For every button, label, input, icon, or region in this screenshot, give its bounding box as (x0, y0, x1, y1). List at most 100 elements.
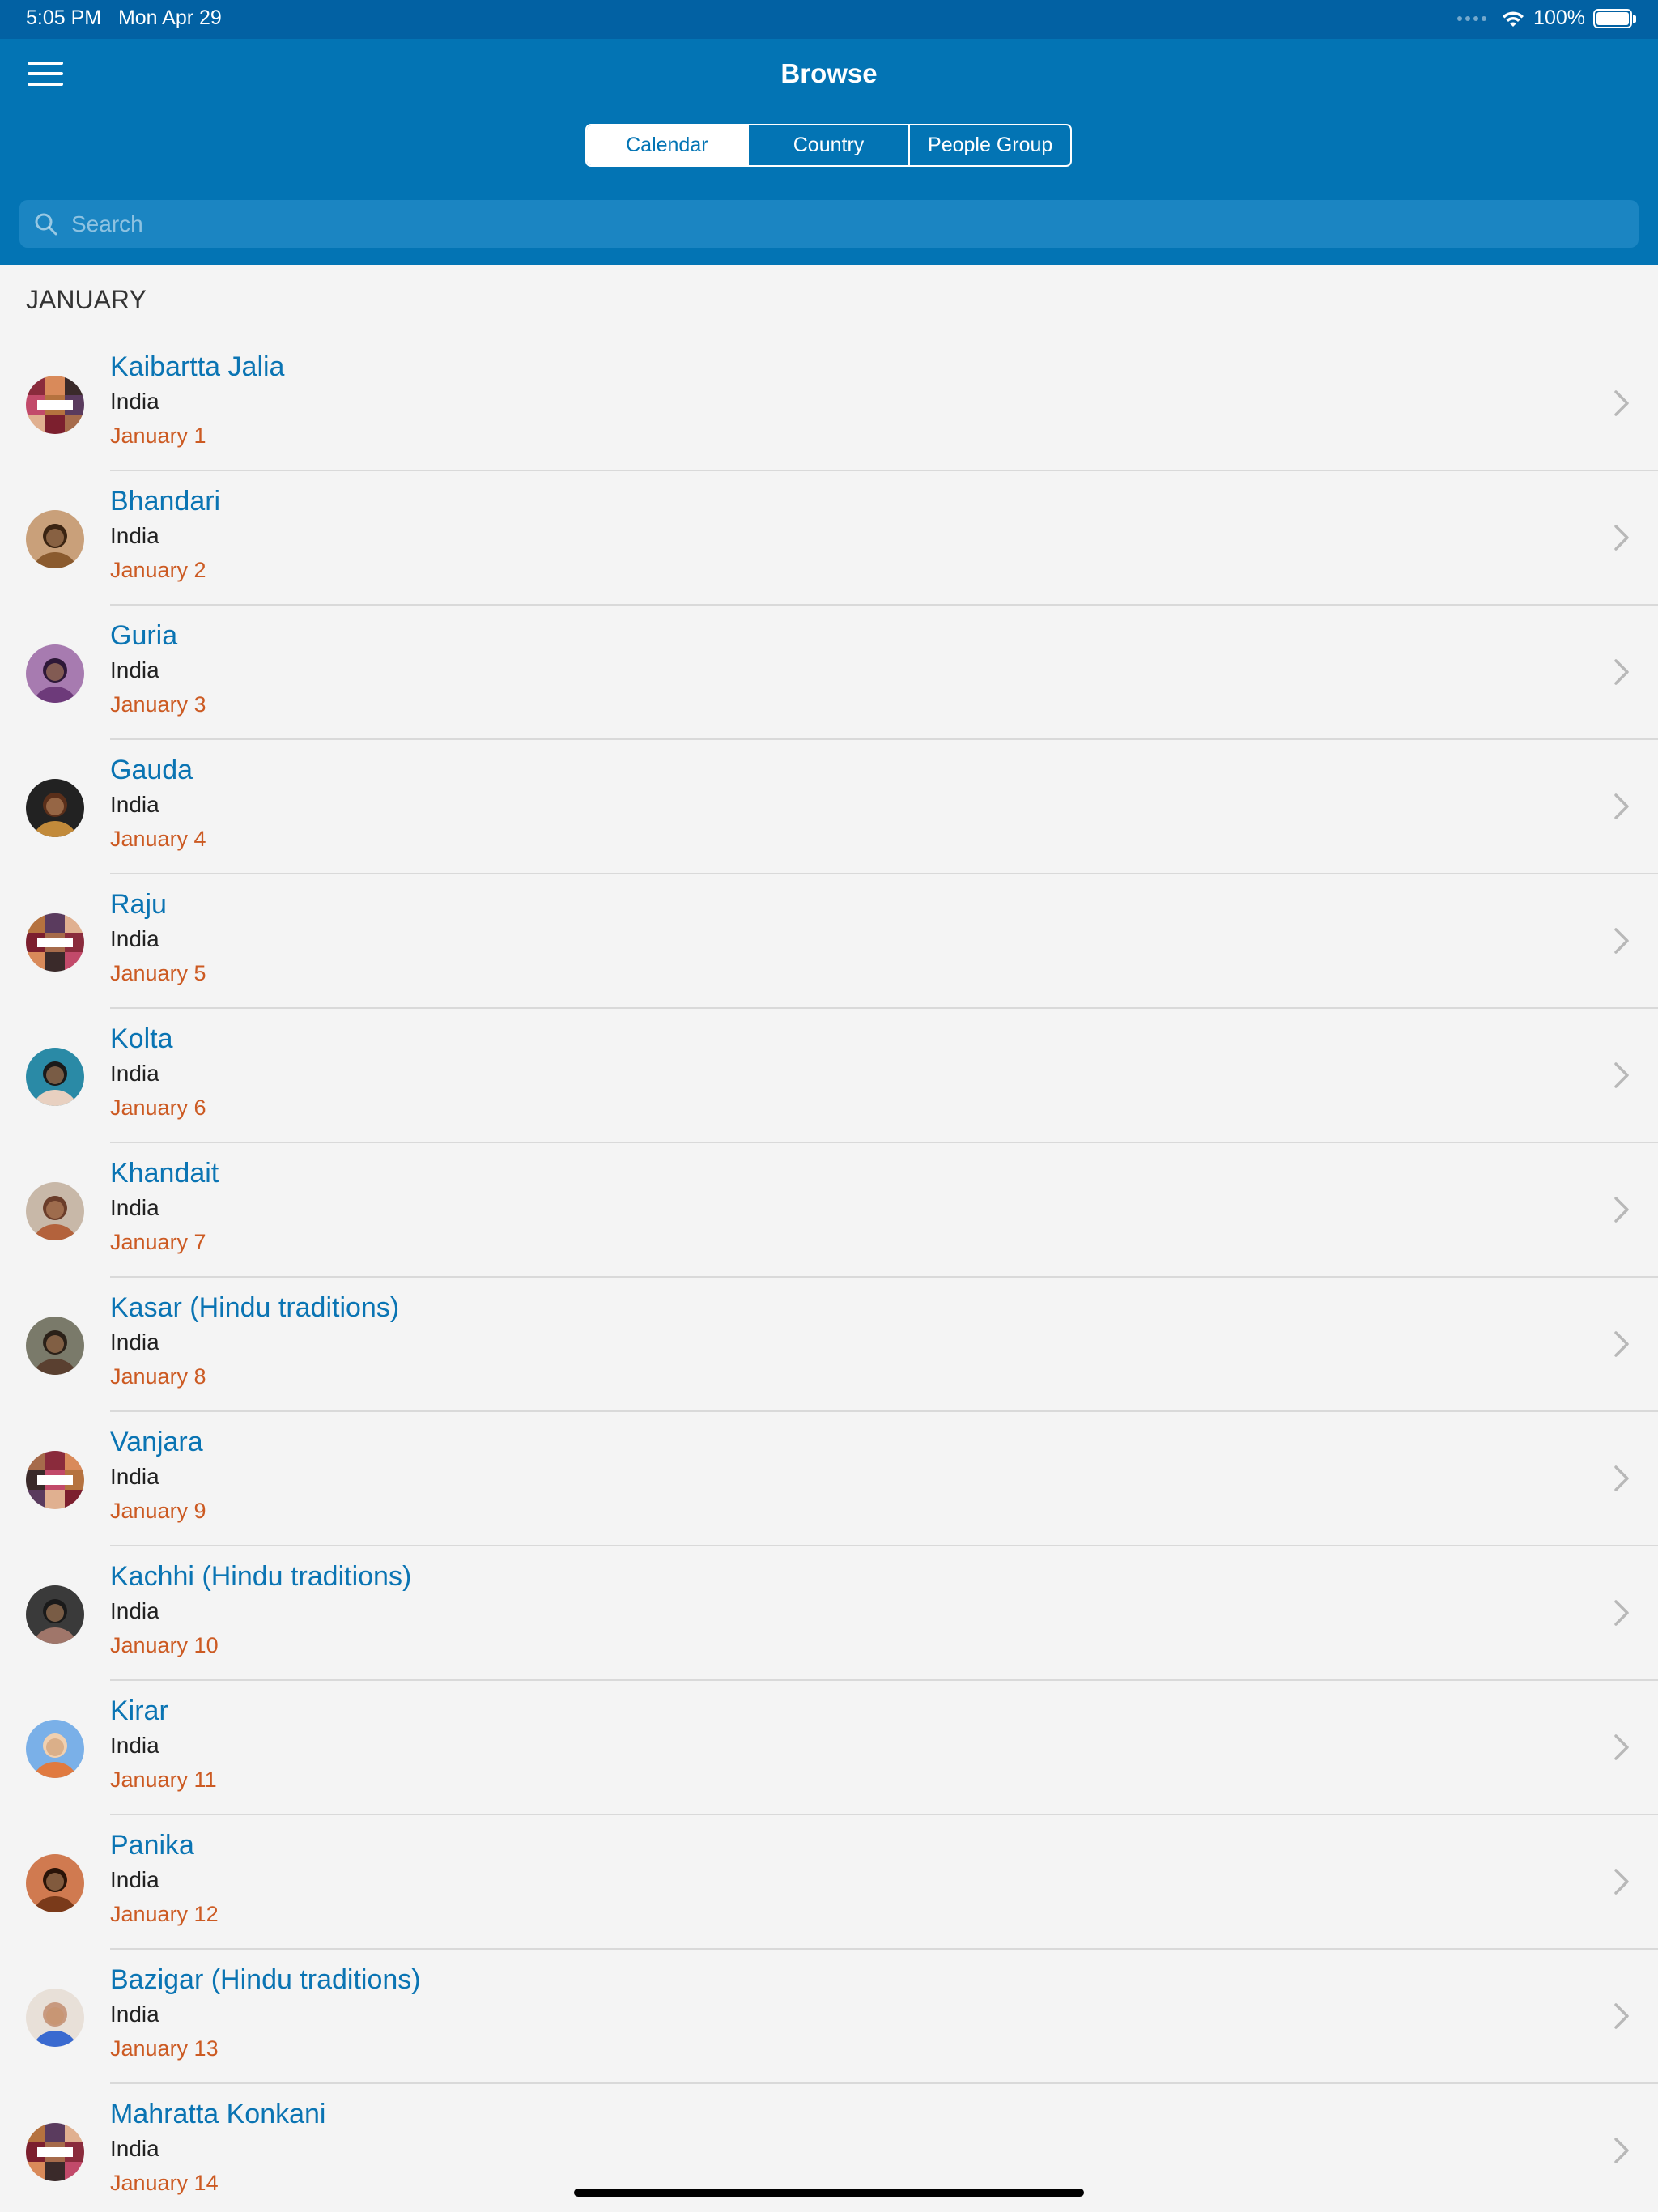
chevron-right-icon (1614, 1062, 1629, 1088)
status-time: 5:05 PM Mon Apr 29 (26, 6, 222, 30)
status-clock: 5:05 PM (26, 6, 102, 29)
list-item[interactable]: Vanjara India January 9 (0, 1412, 1658, 1546)
battery-icon (1593, 8, 1636, 28)
tab-country[interactable]: Country (746, 125, 909, 165)
prayer-date-label: January 6 (110, 1095, 206, 1120)
chevron-right-icon (1614, 659, 1629, 685)
avatar (26, 779, 84, 837)
photo-needed-avatar (26, 913, 84, 972)
list-item[interactable]: Kachhi (Hindu traditions) India January 10 (0, 1546, 1658, 1681)
chevron-right-icon (1614, 1465, 1629, 1491)
country-label: India (110, 1464, 159, 1489)
country-label: India (110, 1598, 159, 1623)
list-item[interactable]: Khandait India January 7 (0, 1143, 1658, 1278)
browse-mode-segmented-control: Calendar Country People Group (585, 124, 1072, 167)
people-group-name: Gauda (110, 755, 193, 785)
people-group-name: Guria (110, 620, 178, 651)
status-indicators: 100% (1457, 6, 1636, 30)
search-input[interactable] (71, 211, 1609, 237)
chevron-right-icon (1614, 793, 1629, 819)
list-item[interactable]: Bazigar (Hindu traditions) India January 1… (0, 1950, 1658, 2084)
search-icon (35, 213, 57, 235)
list-item[interactable]: Kirar India January 11 (0, 1681, 1658, 1815)
prayer-date-label: January 8 (110, 1364, 206, 1389)
prayer-date-label: January 14 (110, 2171, 219, 2195)
country-label: India (110, 1867, 159, 1892)
list-item[interactable]: Kaibartta Jalia India January 1 (0, 337, 1658, 471)
page-title: Browse (780, 58, 878, 88)
chevron-right-icon (1614, 2003, 1629, 2029)
country-label: India (110, 792, 159, 817)
avatar (26, 1048, 84, 1106)
chevron-right-icon (1614, 525, 1629, 551)
country-label: India (110, 1061, 159, 1086)
country-label: India (110, 926, 159, 951)
status-bar: 5:05 PM Mon Apr 29 100% (0, 0, 1658, 39)
people-group-name: Kasar (Hindu traditions) (110, 1292, 400, 1323)
prayer-date-label: January 10 (110, 1633, 219, 1657)
country-label: India (110, 389, 159, 414)
people-group-name: Vanjara (110, 1427, 203, 1457)
prayer-date-label: January 11 (110, 1767, 217, 1792)
photo-needed-avatar (26, 1451, 84, 1509)
avatar (26, 1182, 84, 1240)
home-indicator[interactable] (574, 2189, 1084, 2197)
chevron-right-icon (1614, 2138, 1629, 2163)
country-label: India (110, 1329, 159, 1355)
prayer-date-label: January 1 (110, 423, 206, 448)
list-item[interactable]: Raju India January 5 (0, 874, 1658, 1009)
chevron-right-icon (1614, 928, 1629, 954)
tab-people-group[interactable]: People Group (908, 125, 1070, 165)
people-group-name: Mahratta Konkani (110, 2099, 326, 2129)
people-group-name: Panika (110, 1830, 194, 1861)
prayer-date-label: January 4 (110, 827, 206, 851)
avatar (26, 1317, 84, 1375)
section-header-month: JANUARY (26, 285, 147, 314)
chevron-right-icon (1614, 1600, 1629, 1626)
prayer-date-label: January 3 (110, 692, 206, 717)
avatar (26, 1989, 84, 2047)
avatar (26, 644, 84, 703)
tab-calendar[interactable]: Calendar (587, 125, 747, 165)
country-label: India (110, 1195, 159, 1220)
people-group-name: Kirar (110, 1695, 168, 1726)
chevron-right-icon (1614, 390, 1629, 416)
people-group-name: Kachhi (Hindu traditions) (110, 1561, 412, 1592)
list-item[interactable]: Gauda India January 4 (0, 740, 1658, 874)
country-label: India (110, 523, 159, 548)
battery-percent: 100% (1533, 6, 1585, 29)
list-item[interactable]: Panika India January 12 (0, 1815, 1658, 1950)
people-group-name: Bazigar (Hindu traditions) (110, 1964, 421, 1995)
people-group-name: Khandait (110, 1158, 219, 1189)
people-group-name: Kolta (110, 1023, 173, 1054)
search-bar[interactable] (19, 200, 1639, 248)
people-group-name: Kaibartta Jalia (110, 351, 285, 382)
prayer-date-label: January 13 (110, 2036, 219, 2061)
list-item[interactable]: Bhandari India January 2 (0, 471, 1658, 606)
list-item[interactable]: Guria India January 3 (0, 606, 1658, 740)
prayer-date-label: January 2 (110, 558, 206, 582)
navigation-header: 5:05 PM Mon Apr 29 100% Browse Calendar … (0, 0, 1658, 265)
chevron-right-icon (1614, 1869, 1629, 1895)
signal-dots-icon (1457, 15, 1487, 21)
list-item[interactable]: Kolta India January 6 (0, 1009, 1658, 1143)
country-label: India (110, 2001, 159, 2027)
photo-needed-avatar (26, 376, 84, 434)
prayer-date-label: January 9 (110, 1499, 206, 1523)
people-group-name: Bhandari (110, 486, 221, 517)
people-group-list: Kaibartta Jalia India January 1 Bhandari In… (0, 337, 1658, 2212)
prayer-date-label: January 5 (110, 961, 206, 985)
wifi-icon (1503, 11, 1524, 27)
avatar (26, 510, 84, 568)
people-group-name: Raju (110, 889, 167, 920)
status-date: Mon Apr 29 (117, 6, 222, 29)
country-label: India (110, 657, 159, 683)
country-label: India (110, 2136, 159, 2161)
chevron-right-icon (1614, 1734, 1629, 1760)
prayer-date-label: January 12 (110, 1902, 219, 1926)
country-label: India (110, 1733, 159, 1758)
avatar (26, 1585, 84, 1644)
list-item[interactable]: Kasar (Hindu traditions) India January 8 (0, 1278, 1658, 1412)
chevron-right-icon (1614, 1197, 1629, 1223)
avatar (26, 1720, 84, 1778)
